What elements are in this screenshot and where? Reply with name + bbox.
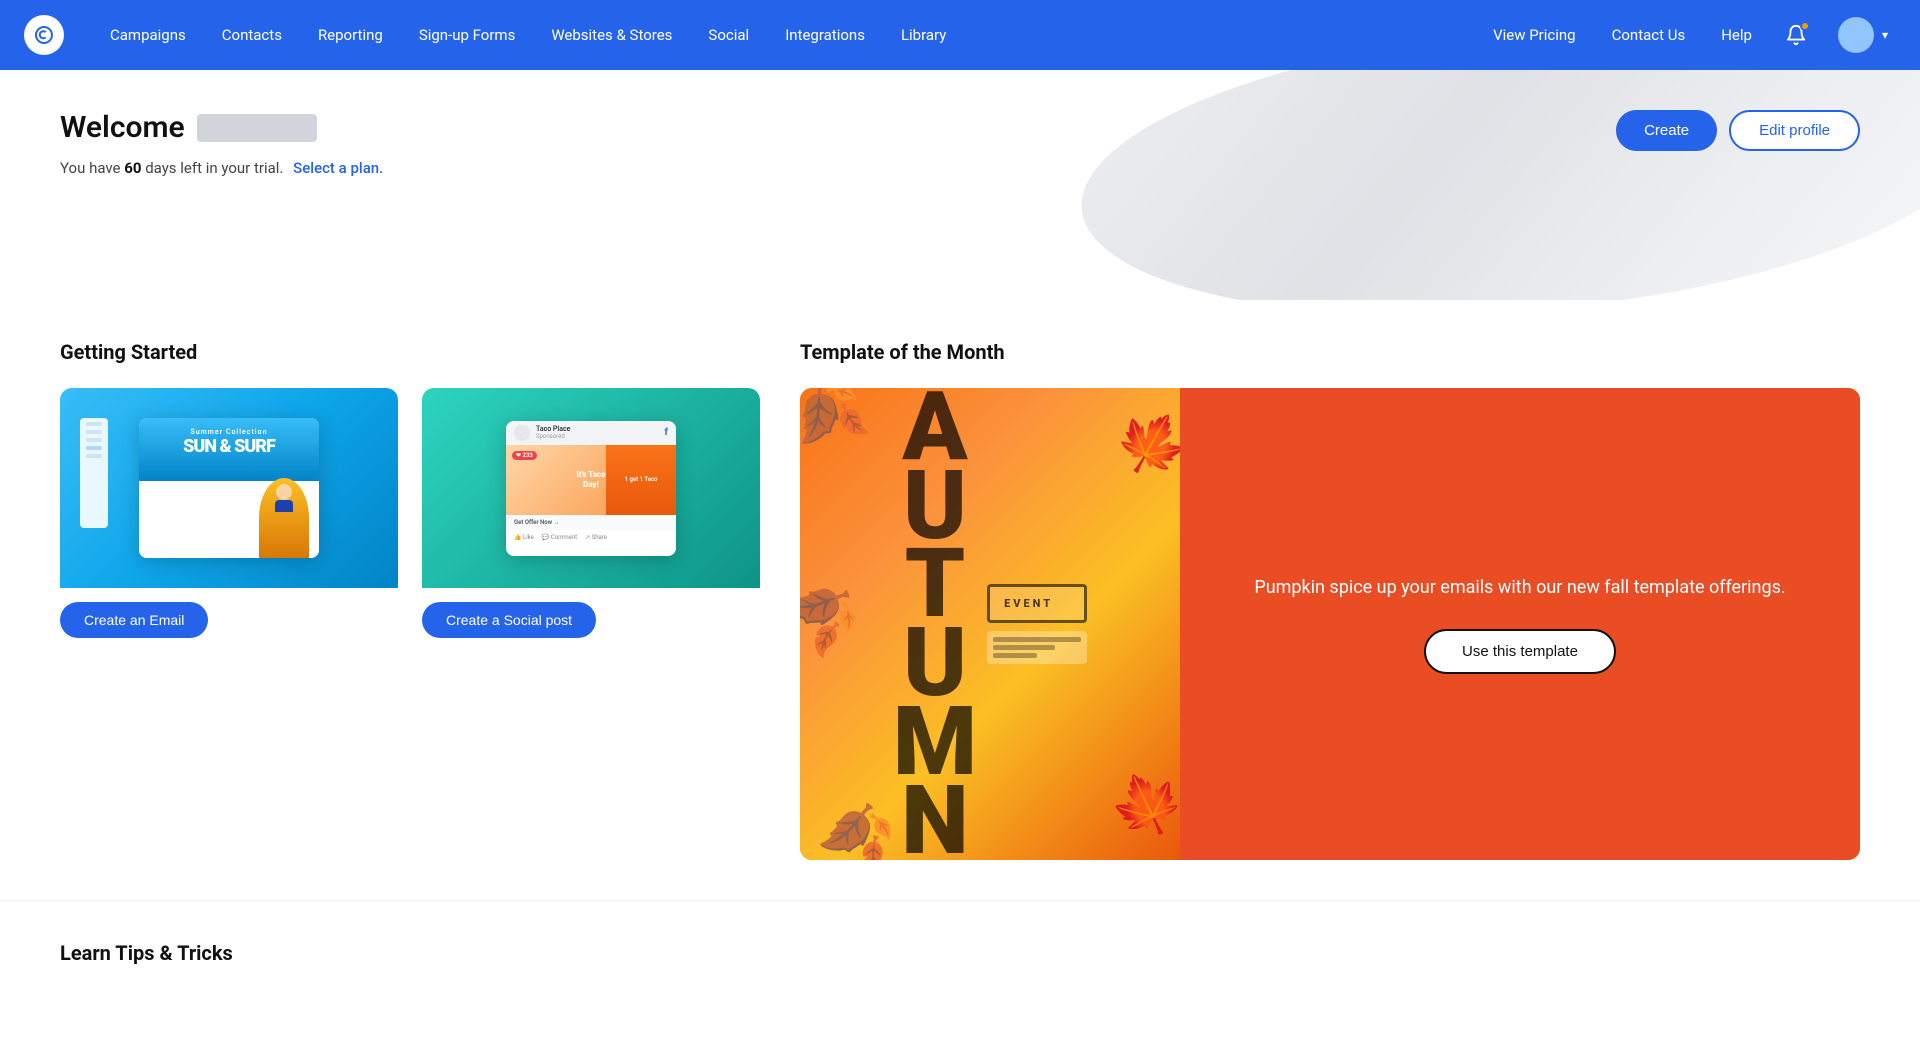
leaf-decoration-3: 🍂 xyxy=(812,791,903,860)
nav-social[interactable]: Social xyxy=(690,0,767,70)
autumn-main-text-group: AUTUMN EVENT xyxy=(893,388,1087,860)
nav-help[interactable]: Help xyxy=(1711,0,1762,70)
social-card-btn-row: Create a Social post xyxy=(422,588,760,638)
hero-section: Welcome You have 60 days left in your tr… xyxy=(0,70,1920,300)
hero-buttons: Create Edit profile xyxy=(1616,110,1860,151)
learn-section: Learn Tips & Tricks xyxy=(0,900,1920,1049)
social-mock-cta: Get Offer Now → xyxy=(506,515,676,530)
hero-bg-decoration xyxy=(1070,70,1920,300)
email-mock-main: SUN & SURF xyxy=(183,438,275,456)
email-card: Summer Collection SUN & SURF xyxy=(60,388,398,638)
nav-contact-us[interactable]: Contact Us xyxy=(1602,0,1696,70)
leaf-decoration-4: 🍁 xyxy=(1099,757,1180,853)
email-preview-mock: Summer Collection SUN & SURF xyxy=(139,418,319,558)
nav-library[interactable]: Library xyxy=(883,0,964,70)
email-mock-sublabel: Summer Collection xyxy=(191,428,268,436)
navbar-right: View Pricing Contact Us Help ▾ xyxy=(1483,0,1896,70)
autumn-bg: 🍂 🍁 🍂 🍁 🍂 AUTUMN EVENT xyxy=(800,388,1180,860)
autumn-event-box: EVENT xyxy=(987,584,1087,623)
trial-message: You have 60 days left in your trial. Sel… xyxy=(60,159,1860,177)
email-card-btn-row: Create an Email xyxy=(60,588,398,638)
nav-signup-forms[interactable]: Sign-up Forms xyxy=(401,0,534,70)
social-mock-img: ❤ 233 It's TacoDay! 1 get 1 Taco xyxy=(506,445,676,515)
hero-content: Welcome You have 60 days left in your tr… xyxy=(60,110,1860,177)
nav-links: Campaigns Contacts Reporting Sign-up For… xyxy=(92,0,1483,70)
notification-bell[interactable] xyxy=(1778,17,1814,53)
avatar-circle xyxy=(1838,17,1874,53)
create-social-button[interactable]: Create a Social post xyxy=(422,602,596,638)
nav-view-pricing[interactable]: View Pricing xyxy=(1483,0,1586,70)
social-mock: Taco Place Sponsored f ❤ 233 It's TacoDa… xyxy=(506,421,676,556)
username-blurred xyxy=(197,114,317,142)
template-of-month-section: Template of the Month 🍂 🍁 🍂 🍁 🍂 AUTUMN xyxy=(800,340,1860,860)
template-card: 🍂 🍁 🍂 🍁 🍂 AUTUMN EVENT xyxy=(800,388,1860,860)
user-avatar[interactable]: ▾ xyxy=(1830,0,1896,70)
getting-started-title: Getting Started xyxy=(60,340,760,364)
email-mock-person xyxy=(259,478,309,558)
nav-websites-stores[interactable]: Websites & Stores xyxy=(533,0,690,70)
welcome-text: Welcome xyxy=(60,110,185,145)
learn-section-title: Learn Tips & Tricks xyxy=(60,941,1860,965)
template-section-title: Template of the Month xyxy=(800,340,1860,364)
autumn-right-panel: EVENT xyxy=(987,584,1087,664)
brand-logo[interactable] xyxy=(24,15,64,55)
getting-started-section: Getting Started Summer Collection SUN & … xyxy=(60,340,760,860)
email-sidebar-mock xyxy=(80,418,108,528)
notification-dot xyxy=(1800,21,1810,31)
leaf-decoration-5: 🍂 xyxy=(800,561,874,664)
social-card-image: Taco Place Sponsored f ❤ 233 It's TacoDa… xyxy=(422,388,760,588)
autumn-letters-left: AUTUMN xyxy=(893,388,971,860)
nav-contacts[interactable]: Contacts xyxy=(204,0,300,70)
create-email-button[interactable]: Create an Email xyxy=(60,602,208,638)
autumn-event-label: EVENT xyxy=(1004,597,1070,610)
like-badge: ❤ 233 xyxy=(512,451,537,460)
leaf-decoration-2: 🍁 xyxy=(1103,394,1180,493)
template-description: Pumpkin spice up your emails with our ne… xyxy=(1254,574,1785,601)
hero-title: Welcome xyxy=(60,110,1860,145)
leaf-decoration-1: 🍂 xyxy=(800,388,875,460)
nav-campaigns[interactable]: Campaigns xyxy=(92,0,204,70)
chevron-down-icon: ▾ xyxy=(1882,28,1888,42)
main-content: Getting Started Summer Collection SUN & … xyxy=(0,300,1920,900)
select-plan-link[interactable]: Select a plan. xyxy=(293,159,383,177)
autumn-mini-preview xyxy=(987,631,1087,664)
navbar: Campaigns Contacts Reporting Sign-up For… xyxy=(0,0,1920,70)
two-col-layout: Getting Started Summer Collection SUN & … xyxy=(60,340,1860,860)
trial-days: 60 xyxy=(124,159,141,177)
template-image: 🍂 🍁 🍂 🍁 🍂 AUTUMN EVENT xyxy=(800,388,1180,860)
social-card: Taco Place Sponsored f ❤ 233 It's TacoDa… xyxy=(422,388,760,638)
nav-reporting[interactable]: Reporting xyxy=(300,0,401,70)
template-info: Pumpkin spice up your emails with our ne… xyxy=(1180,388,1860,860)
social-mock-footer: 👍 Like 💬 Comment ↗ Share xyxy=(506,530,676,545)
email-card-image: Summer Collection SUN & SURF xyxy=(60,388,398,588)
edit-profile-button[interactable]: Edit profile xyxy=(1729,110,1860,151)
create-button[interactable]: Create xyxy=(1616,110,1717,151)
use-template-button[interactable]: Use this template xyxy=(1424,629,1616,674)
social-mock-header: Taco Place Sponsored f xyxy=(506,421,676,445)
getting-started-cards: Summer Collection SUN & SURF xyxy=(60,388,760,638)
nav-integrations[interactable]: Integrations xyxy=(767,0,883,70)
